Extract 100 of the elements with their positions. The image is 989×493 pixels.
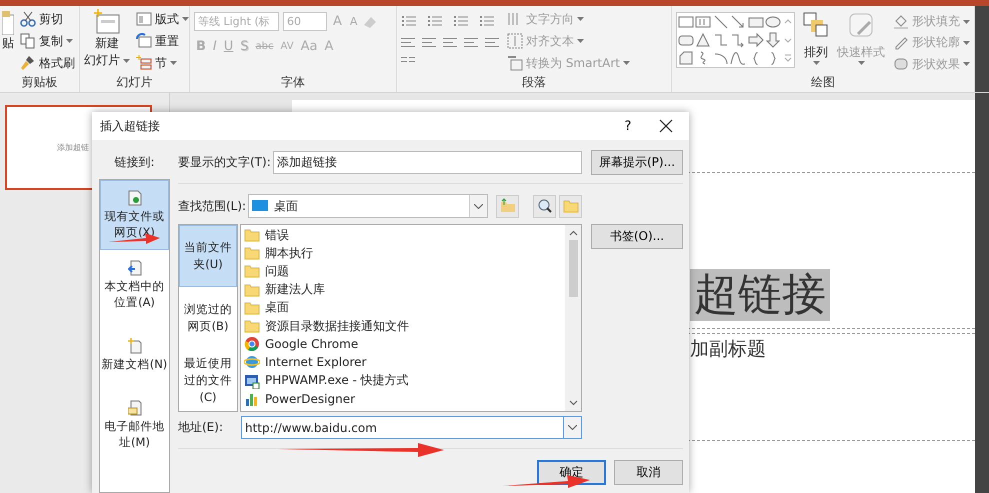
- group-label: 剪贴板: [20, 74, 58, 91]
- browse-tab[interactable]: 最近使用过的文件(C): [179, 349, 237, 411]
- document-envelope-icon: [128, 400, 142, 416]
- file-item[interactable]: 新建法人库: [241, 280, 565, 299]
- scribble-icon: [699, 51, 708, 65]
- globe-logo-icon: [244, 354, 260, 370]
- eraser-icon: [363, 16, 376, 28]
- caret-icon: [858, 61, 864, 65]
- align-right-icon: [443, 38, 457, 48]
- group-label: 绘图: [810, 74, 836, 91]
- folder-icon: [244, 245, 260, 262]
- folder-icon: [244, 300, 260, 316]
- decrease-indent-icon: [453, 13, 469, 29]
- caret-icon: [812, 61, 820, 65]
- vertical-text-box-icon: [695, 14, 712, 30]
- layout-icon: [136, 11, 152, 27]
- thumbnail-text: 添加超链: [57, 142, 89, 153]
- smartart-icon: [507, 55, 523, 71]
- monitor-icon: [252, 200, 268, 212]
- file-item[interactable]: 脚本执行: [241, 244, 565, 262]
- link-type-item[interactable]: 新建文档(N): [100, 320, 169, 390]
- file-item[interactable]: Internet Explorer: [241, 353, 565, 372]
- copy-button[interactable]: 复制: [20, 31, 75, 51]
- ellipse-icon: [765, 14, 782, 30]
- elbow-arrow-icon: [730, 32, 746, 48]
- new-document-icon: [128, 338, 142, 354]
- file-item[interactable]: 资源目录数据挂接通知文件: [241, 316, 565, 336]
- folder-icon: [244, 227, 260, 244]
- right-arrow-icon: [748, 32, 764, 48]
- document-globe-icon: [128, 190, 142, 206]
- scrollbar[interactable]: [565, 225, 581, 411]
- triangle-icon: [695, 32, 712, 48]
- file-item[interactable]: PowerDesigner: [241, 390, 565, 408]
- slide-subtitle: 加副标题: [690, 338, 766, 360]
- look-in-label: 查找范围(L):: [178, 198, 246, 214]
- up-folder-button[interactable]: [496, 194, 519, 218]
- file-item[interactable]: 桌面: [241, 298, 565, 317]
- new-slide-button[interactable]: 新建 幻灯片: [84, 9, 130, 74]
- caret-icon: [963, 20, 970, 24]
- freeform-icon: [678, 50, 694, 66]
- shapes-gallery[interactable]: [676, 12, 795, 68]
- caret-icon: [182, 17, 189, 21]
- curve-icon: [730, 50, 746, 66]
- reset-icon: [136, 33, 152, 49]
- quick-styles-icon: [848, 12, 874, 38]
- left-brace-icon: [753, 52, 758, 64]
- app-window-icon: [244, 372, 260, 389]
- file-item[interactable]: PHPWAMP.exe - 快捷方式: [241, 372, 565, 390]
- scrollbar-thumb[interactable]: [568, 240, 578, 297]
- copy-icon: [20, 33, 36, 49]
- cancel-button[interactable]: 取消: [614, 460, 683, 485]
- arrange-button[interactable]: 排列: [803, 12, 829, 74]
- look-in-dropdown[interactable]: 桌面: [248, 194, 488, 218]
- align-text-icon: [507, 33, 523, 49]
- folder-icon: [244, 282, 260, 298]
- arrange-icon: [803, 12, 829, 38]
- section-button[interactable]: 节: [136, 53, 189, 73]
- reset-button[interactable]: 重置: [136, 31, 189, 51]
- globe-search-icon: [536, 198, 552, 214]
- display-text-label: 要显示的文字(T):: [178, 154, 271, 171]
- bullets-icon: [401, 13, 417, 29]
- more-icon: [783, 53, 793, 63]
- numbering-icon: [427, 13, 443, 29]
- close-icon: [659, 119, 673, 133]
- caret-icon: [170, 61, 177, 65]
- brush-icon: [20, 55, 36, 71]
- browse-tab[interactable]: 浏览过的网页(B): [179, 287, 237, 349]
- increase-indent-icon: [479, 13, 495, 29]
- file-item[interactable]: 问题: [241, 262, 565, 281]
- layout-button[interactable]: 版式: [136, 9, 189, 29]
- display-text-field[interactable]: 添加超链接: [272, 151, 582, 174]
- screentip-button[interactable]: 屏幕提示(P)...: [591, 150, 683, 175]
- address-field[interactable]: http://www.baidu.com: [241, 416, 582, 439]
- paste-button[interactable]: 贴: [2, 9, 14, 74]
- align-left-icon: [401, 38, 415, 48]
- link-to-label: 链接到:: [114, 154, 155, 171]
- link-type-item[interactable]: 电子邮件地址(M): [100, 390, 169, 460]
- caret-icon: [577, 17, 584, 21]
- address-label: 地址(E):: [178, 419, 224, 436]
- elbow-connector-icon: [712, 32, 729, 48]
- arrow-line-icon: [730, 14, 746, 30]
- cut-button[interactable]: 剪切: [20, 9, 75, 29]
- help-button[interactable]: ?: [613, 112, 643, 140]
- format-painter-button[interactable]: 格式刷: [20, 53, 75, 73]
- chevron-down-icon: [474, 204, 483, 208]
- file-item[interactable]: Google Chrome: [241, 335, 565, 354]
- file-item[interactable]: 错误: [241, 226, 565, 244]
- text-box-icon: [678, 14, 694, 30]
- browse-web-button[interactable]: [533, 194, 556, 218]
- paint-bucket-icon: [893, 14, 909, 30]
- new-slide-icon: [94, 9, 120, 35]
- justify-icon: [464, 38, 478, 48]
- caret-icon: [577, 39, 584, 43]
- folder-icon: [244, 318, 260, 334]
- bookmark-button[interactable]: 书签(O)...: [591, 224, 683, 249]
- link-type-item[interactable]: 本文档中的位置(A): [100, 250, 169, 320]
- pen-icon: [893, 34, 909, 51]
- browse-tab[interactable]: 当前文件夹(U): [179, 225, 237, 287]
- effects-icon: [893, 56, 909, 72]
- slide-title: 超链接: [690, 269, 830, 321]
